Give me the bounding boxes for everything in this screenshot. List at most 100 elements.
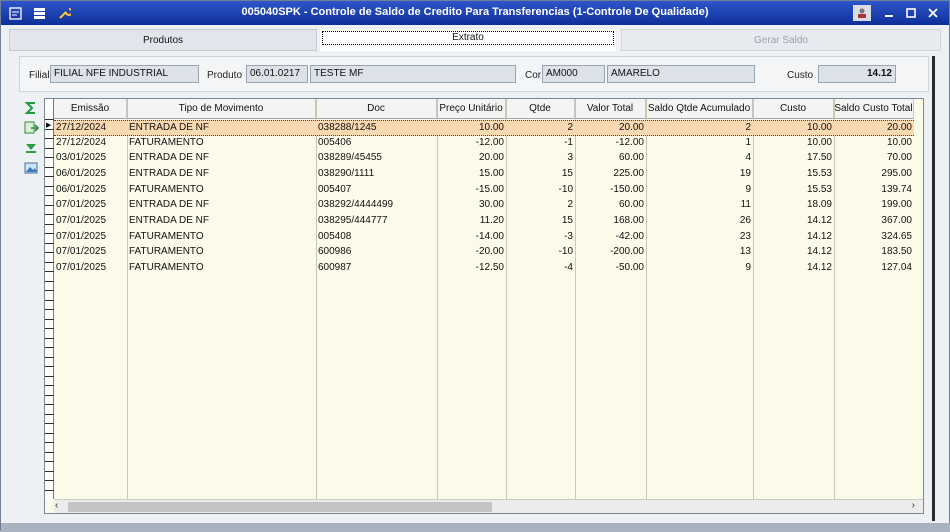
table-row[interactable]: 27/12/2024 FATURAMENTO 005406 -12.00 -1 -12.0…: [54, 136, 914, 152]
table-row[interactable]: 07/01/2025 FATURAMENTO 600986 -20.00 -10 -200…: [54, 245, 914, 261]
table-cell: 15: [561, 167, 573, 179]
table-cell: ENTRADA DE NF: [129, 199, 210, 211]
maximize-button[interactable]: [902, 5, 920, 21]
table-cell: -14.00: [475, 230, 504, 242]
export-icon[interactable]: [21, 119, 41, 137]
table-cell: 13: [739, 246, 751, 258]
column-header[interactable]: Saldo Custo Total: [834, 99, 914, 119]
table-cell: 600986: [318, 246, 352, 258]
tab-extrato-label: Extrato: [322, 31, 614, 45]
table-cell: 07/01/2025: [56, 230, 107, 242]
table-cell: -3: [564, 230, 573, 242]
table-cell: 18.09: [806, 199, 832, 211]
table-cell: 2: [567, 199, 573, 211]
table-cell: -15.00: [475, 183, 504, 195]
image-icon[interactable]: [21, 159, 41, 177]
sum-icon[interactable]: [21, 99, 41, 117]
cor-desc-field[interactable]: AMARELO: [607, 65, 755, 83]
tab-extrato[interactable]: Extrato: [320, 29, 616, 51]
table-cell: 14.12: [806, 214, 832, 226]
produto-code-field[interactable]: 06.01.0217: [246, 65, 308, 83]
download-icon[interactable]: [21, 139, 41, 157]
produto-desc-field[interactable]: TESTE MF: [310, 65, 516, 83]
scroll-left-icon[interactable]: ‹: [55, 500, 58, 511]
table-cell: 10.00: [806, 122, 832, 133]
tab-gerar-saldo: Gerar Saldo: [621, 29, 941, 51]
scroll-right-icon[interactable]: ›: [912, 500, 915, 511]
table-cell: 600987: [318, 261, 352, 273]
column-header[interactable]: Preço Unitário: [437, 99, 506, 119]
table-cell: -42.00: [615, 230, 644, 242]
table-row[interactable]: 07/01/2025 ENTRADA DE NF 038295/444777 11.2…: [54, 214, 914, 230]
table-row[interactable]: 07/01/2025 ENTRADA DE NF 038292/4444499 30.…: [54, 198, 914, 214]
table-row[interactable]: 07/01/2025 FATURAMENTO 600987 -12.50 -4 -50.0…: [54, 261, 914, 277]
minimize-button[interactable]: [880, 5, 898, 21]
gutter-notch: [45, 280, 54, 282]
user-icon[interactable]: [853, 5, 871, 21]
column-header[interactable]: Doc: [316, 99, 437, 119]
gutter-notch: [45, 318, 54, 320]
gutter-notch: [45, 176, 54, 177]
column-header[interactable]: Valor Total: [575, 99, 646, 119]
gutter-notch: [45, 299, 54, 301]
gutter-notch: [45, 356, 54, 358]
table-cell: 27/12/2024: [56, 136, 107, 148]
gutter-notch: [45, 461, 54, 462]
table-cell: 06/01/2025: [56, 167, 107, 179]
table-cell: -12.00: [615, 136, 644, 148]
gutter-notch: [45, 337, 54, 339]
table-row[interactable]: 06/01/2025 ENTRADA DE NF 038290/1111 15.00 1…: [54, 167, 914, 183]
gutter-notch: [45, 442, 54, 443]
gutter-notch: [45, 489, 54, 491]
gutter-notch: [45, 185, 54, 187]
table-row[interactable]: 03/01/2025 ENTRADA DE NF 038289/45455 20.00…: [54, 151, 914, 167]
column-header[interactable]: Qtde: [506, 99, 575, 119]
filial-field[interactable]: FILIAL NFE INDUSTRIAL: [50, 65, 199, 83]
table-cell: ENTRADA DE NF: [129, 152, 210, 164]
cor-code-field[interactable]: AM000: [542, 65, 605, 83]
tab-produtos[interactable]: Produtos: [9, 29, 317, 51]
gutter-notch: [45, 195, 54, 196]
gutter-notch: [45, 470, 54, 472]
table-cell: FATURAMENTO: [129, 261, 204, 273]
table-cell: 038288/1245: [318, 122, 377, 133]
scroll-thumb[interactable]: [68, 502, 492, 512]
gutter-notch: [45, 432, 54, 434]
gutter-notch: [45, 309, 54, 310]
gutter-notch: [45, 138, 54, 139]
table-cell: 11: [740, 199, 751, 211]
table-cell: 038295/444777: [318, 214, 388, 226]
table-cell: -20.00: [475, 246, 504, 258]
grid-toolbar: [21, 99, 43, 179]
column-header[interactable]: Custo: [753, 99, 834, 119]
table-row[interactable]: ▶ 27/12/2024 ENTRADA DE NF 038288/1245 10.00…: [46, 120, 914, 136]
table-cell: -12.50: [475, 261, 504, 273]
table-cell: 367.00: [881, 214, 912, 226]
table-cell: 038292/4444499: [318, 199, 394, 211]
produto-label: Produto: [207, 70, 243, 81]
table-cell: 26: [739, 214, 751, 226]
gutter-notch: [45, 157, 54, 158]
table-cell: 14.12: [806, 230, 832, 242]
close-button[interactable]: [924, 5, 942, 21]
gutter-notch: [45, 147, 54, 149]
column-header[interactable]: Saldo Qtde Acumulado: [646, 99, 753, 119]
gutter-notch: [45, 261, 54, 263]
table-cell: 60.00: [618, 152, 644, 164]
table-cell: 005406: [318, 136, 352, 148]
gutter-notch: [45, 404, 54, 405]
table-cell: 2: [567, 122, 573, 133]
filter-panel: Filial FILIAL NFE INDUSTRIAL Produto 06.…: [19, 56, 929, 92]
table-cell: FATURAMENTO: [129, 246, 204, 258]
column-header[interactable]: Tipo de Movimento: [127, 99, 316, 119]
column-header[interactable]: Emissão: [54, 99, 127, 119]
extract-grid[interactable]: Emissão Tipo de Movimento Doc Preço Unitári…: [44, 98, 924, 514]
table-row[interactable]: 06/01/2025 FATURAMENTO 005407 -15.00 -10 -150…: [54, 183, 914, 199]
table-cell: 10.00: [806, 136, 832, 148]
gutter-notch: [45, 290, 54, 291]
table-row[interactable]: 07/01/2025 FATURAMENTO 005408 -14.00 -3 -42.0…: [54, 230, 914, 246]
horizontal-scrollbar[interactable]: ‹ ›: [54, 499, 923, 513]
gutter-notch: [45, 119, 54, 120]
table-cell: 1: [745, 136, 751, 148]
gutter-notch: [45, 252, 54, 253]
